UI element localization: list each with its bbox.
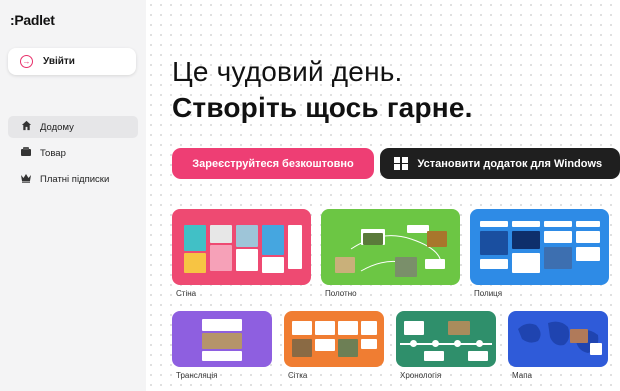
template-label: Стіна bbox=[176, 289, 197, 298]
template-label: Мапа bbox=[512, 371, 532, 380]
main-content: Це чудовий день. Створіть щось гарне. За… bbox=[146, 0, 620, 391]
windows-icon bbox=[394, 156, 408, 171]
sidebar-item-label: Додому bbox=[40, 121, 74, 133]
sidebar-item-product[interactable]: Товар bbox=[8, 142, 138, 164]
sidebar-nav: Додому Товар Платні підписки bbox=[8, 116, 138, 194]
product-icon bbox=[20, 146, 32, 160]
template-label: Полотно bbox=[325, 289, 357, 298]
hero-headline: Це чудовий день. bbox=[172, 56, 403, 87]
template-card-canvas[interactable]: Полотно bbox=[321, 209, 460, 298]
template-thumb-canvas bbox=[321, 209, 460, 285]
template-label: Сітка bbox=[288, 371, 308, 380]
sidebar-item-home[interactable]: Додому bbox=[8, 116, 138, 138]
sidebar-item-label: Товар bbox=[40, 147, 66, 159]
template-label: Полиця bbox=[474, 289, 503, 298]
template-card-grid[interactable]: Сітка bbox=[284, 311, 384, 380]
template-card-timeline[interactable]: Хронологія bbox=[396, 311, 496, 380]
sidebar-item-label: Платні підписки bbox=[40, 173, 110, 185]
template-label: Трансляція bbox=[176, 371, 218, 380]
install-windows-label: Установити додаток для Windows bbox=[417, 157, 603, 170]
template-card-shelf[interactable]: Полиця bbox=[470, 209, 609, 298]
template-thumb-wall bbox=[172, 209, 311, 285]
template-thumb-grid bbox=[284, 311, 384, 367]
login-arrow-icon: → bbox=[20, 55, 33, 68]
template-thumb-timeline bbox=[396, 311, 496, 367]
login-button[interactable]: → Увійти bbox=[8, 48, 136, 75]
home-icon bbox=[20, 120, 32, 134]
template-thumb-shelf bbox=[470, 209, 609, 285]
template-card-stream[interactable]: Трансляція bbox=[172, 311, 272, 380]
template-thumb-map bbox=[508, 311, 608, 367]
sidebar-item-subscriptions[interactable]: Платні підписки bbox=[8, 168, 138, 190]
template-card-wall[interactable]: Стіна bbox=[172, 209, 311, 298]
crown-icon bbox=[20, 173, 32, 186]
sidebar: :Padlet → Увійти Додому Товар Платні під… bbox=[0, 0, 146, 391]
install-windows-button[interactable]: Установити додаток для Windows bbox=[380, 148, 620, 179]
login-label: Увійти bbox=[43, 56, 75, 67]
padlet-logo[interactable]: :Padlet bbox=[10, 12, 55, 28]
hero-subheadline: Створіть щось гарне. bbox=[172, 92, 473, 123]
template-label: Хронологія bbox=[400, 371, 442, 380]
template-thumb-stream bbox=[172, 311, 272, 367]
template-card-map[interactable]: Мапа bbox=[508, 311, 608, 380]
signup-button[interactable]: Зареєструйтеся безкоштовно bbox=[172, 148, 374, 179]
